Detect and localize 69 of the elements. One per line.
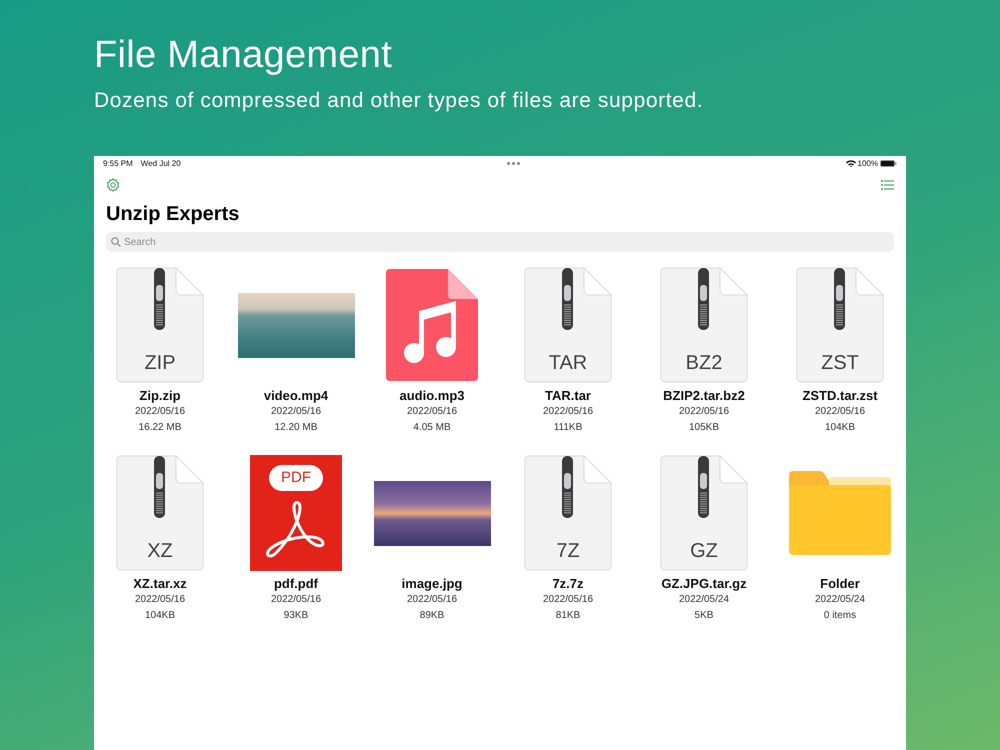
wifi-icon: [846, 160, 856, 166]
page-subtitle: Dozens of compressed and other types of files are supported.: [94, 88, 704, 114]
file-size: 105KB: [688, 421, 720, 435]
file-name: Zip.zip: [139, 388, 181, 404]
file-type-label: 7Z: [556, 540, 580, 563]
file-name: video.mp4: [264, 388, 328, 404]
file-name: XZ.tar.xz: [133, 576, 187, 592]
music-file-icon: [386, 269, 478, 381]
photo-placeholder[interactable]: [374, 480, 490, 546]
file-size: 4.05 MB: [413, 421, 451, 435]
zipped-file-icon: [524, 267, 612, 383]
file-name: ZSTD.tar.zst: [802, 388, 878, 404]
video-thumbnail[interactable]: [238, 292, 354, 358]
file-size: 104KB: [824, 421, 856, 435]
pdf-label: PDF: [269, 465, 323, 491]
file-date: 2022/05/16: [542, 405, 594, 419]
file-size: 16.22 MB: [138, 421, 182, 435]
file-name: audio.mp3: [399, 388, 464, 404]
file-date: 2022/05/16: [814, 405, 866, 419]
file-date: 2022/05/24: [814, 593, 866, 607]
battery-icon: [880, 160, 898, 166]
status-date: Wed Jul 20: [140, 158, 181, 168]
battery-percent: 100%: [858, 158, 878, 168]
file-type-label: BZ2: [686, 352, 722, 375]
more-dots-icon[interactable]: [506, 162, 520, 164]
file-type-label: ZIP: [144, 352, 176, 375]
app-title: Unzip Experts: [106, 202, 240, 227]
search-field[interactable]: Search: [106, 232, 894, 252]
file-size: 93KB: [284, 609, 308, 623]
file-name: 7z.7z: [552, 576, 584, 592]
file-size: 104KB: [144, 609, 176, 623]
file-name: image.jpg: [402, 576, 462, 592]
file-size: 81KB: [556, 609, 580, 623]
settings-icon[interactable]: [106, 178, 120, 192]
file-date: 2022/05/16: [542, 593, 594, 607]
page-heading: File Management: [94, 34, 394, 76]
file-size: 111KB: [554, 421, 582, 435]
file-name: TAR.tar: [545, 388, 591, 404]
file-date: 2022/05/16: [406, 593, 458, 607]
file-type-label: GZ: [690, 540, 718, 563]
search-icon: [111, 237, 121, 247]
pdf-file-icon: [250, 455, 342, 571]
zipped-file-icon: [524, 455, 612, 571]
file-date: 2022/05/16: [270, 593, 322, 607]
file-size: 12.20 MB: [274, 421, 318, 435]
file-size: 0 items: [824, 609, 856, 623]
file-date: 2022/05/16: [678, 405, 730, 419]
file-date: 2022/05/16: [406, 405, 458, 419]
file-date: 2022/05/24: [678, 593, 730, 607]
zipped-file-icon: [660, 267, 748, 383]
file-type-label: TAR: [548, 352, 588, 375]
zipped-file-icon: [660, 455, 748, 571]
file-date: 2022/05/16: [134, 405, 186, 419]
folder-icon: [789, 471, 891, 555]
status-time: 9:55 PM: [103, 158, 133, 168]
file-size: 5KB: [694, 609, 714, 623]
file-date: 2022/05/16: [270, 405, 322, 419]
zipped-file-icon: [796, 267, 884, 383]
file-name: Folder: [820, 576, 860, 592]
file-type-label: ZST: [821, 352, 859, 375]
file-name: GZ.JPG.tar.gz: [661, 576, 747, 592]
file-name: BZIP2.tar.bz2: [663, 388, 745, 404]
zipped-file-icon: [116, 455, 204, 571]
file-size: 89KB: [420, 609, 444, 623]
file-date: 2022/05/16: [134, 593, 186, 607]
file-name: pdf.pdf: [274, 576, 318, 592]
zipped-file-icon: [116, 267, 204, 383]
file-type-label: XZ: [147, 540, 173, 563]
list-view-icon[interactable]: [881, 180, 894, 190]
